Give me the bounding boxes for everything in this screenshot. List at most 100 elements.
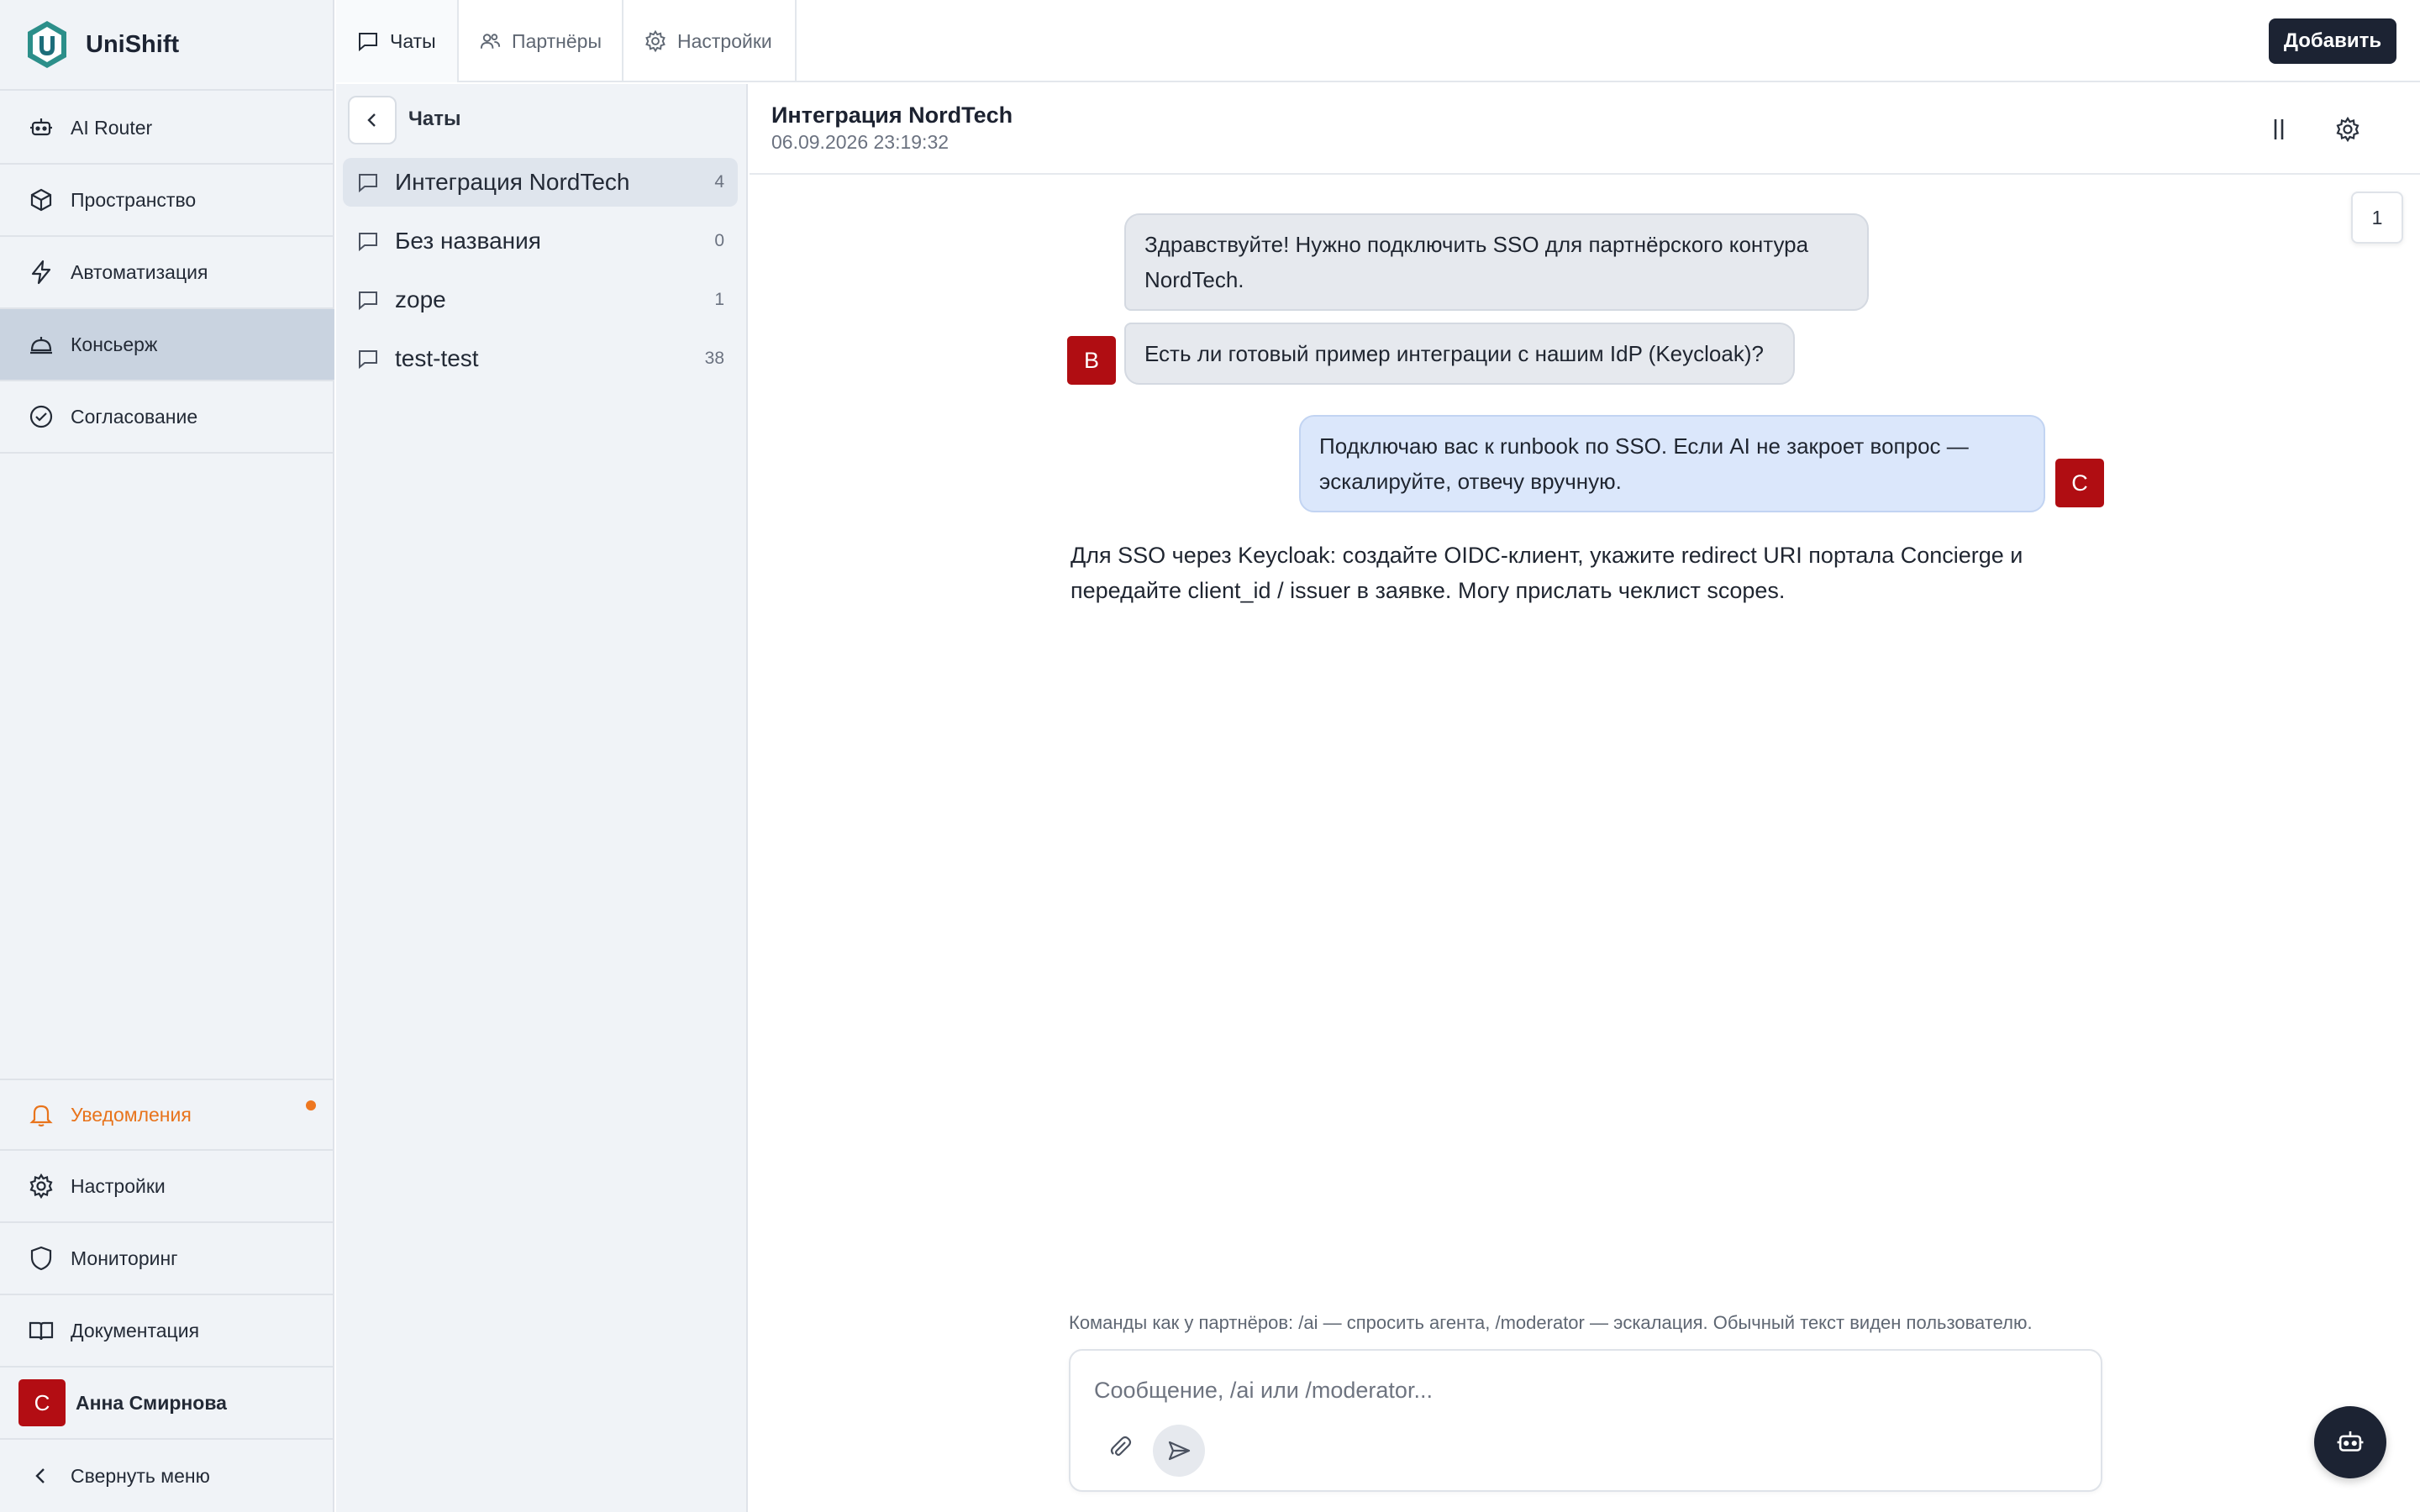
message-composer bbox=[1069, 1349, 2102, 1492]
sidebar-item-label: Автоматизация bbox=[71, 260, 208, 283]
incoming-message: Здравствуйте! Нужно подключить SSO для п… bbox=[1124, 213, 1869, 311]
chat-icon bbox=[359, 291, 377, 311]
sidebar-item-label: Согласование bbox=[71, 405, 198, 428]
agent-avatar: С bbox=[2055, 459, 2104, 507]
page-indicator[interactable]: 1 bbox=[2351, 192, 2403, 244]
message-line: NordTech. bbox=[1144, 267, 1244, 292]
chat-title: Без названия bbox=[395, 228, 541, 254]
chat-list-title: Чаты bbox=[408, 108, 461, 130]
check-circle-icon bbox=[27, 402, 55, 431]
chevron-left-icon bbox=[367, 113, 376, 127]
message-line: эскалируйте, отвечу вручную. bbox=[1319, 469, 1622, 494]
chat-count: 1 bbox=[714, 290, 724, 309]
incoming-message: Есть ли готовый пример интеграции с наши… bbox=[1124, 323, 1795, 385]
unishift-logo-icon bbox=[28, 21, 66, 68]
chat-list-item[interactable]: Без названия 0 bbox=[343, 217, 738, 265]
chat-icon bbox=[359, 233, 377, 252]
message-line: Для SSO через Keycloak: создайте OIDC-кл… bbox=[1071, 543, 2023, 568]
sidebar-item-label: Документация bbox=[71, 1319, 200, 1341]
sidebar-item-approval[interactable]: Согласование bbox=[0, 381, 334, 454]
sidebar-item-notifications[interactable]: Уведомления bbox=[0, 1079, 334, 1151]
concierge-bell-icon bbox=[27, 330, 55, 359]
sidebar: UniShift AI Router Пространство Автомати… bbox=[0, 0, 334, 1512]
avatar: С bbox=[18, 1379, 66, 1426]
attach-button[interactable] bbox=[1101, 1428, 1139, 1467]
message-line: Есть ли готовый пример интеграции с наши… bbox=[1144, 341, 1764, 366]
gear-icon bbox=[27, 1172, 55, 1200]
sidebar-item-label: Свернуть меню bbox=[71, 1464, 210, 1487]
pause-icon bbox=[2274, 119, 2284, 139]
sidebar-item-automation[interactable]: Автоматизация bbox=[0, 237, 334, 309]
bot-icon bbox=[2337, 1431, 2364, 1452]
app-root: UniShift AI Router Пространство Автомати… bbox=[0, 0, 2420, 1512]
cube-icon bbox=[27, 186, 55, 214]
chat-title: test-test bbox=[395, 345, 479, 371]
chat-list-item[interactable]: zope 1 bbox=[343, 276, 738, 324]
tab-label: Чаты bbox=[390, 29, 436, 52]
lightning-icon bbox=[27, 258, 55, 286]
send-button[interactable] bbox=[1153, 1425, 1205, 1477]
chat-count: 0 bbox=[714, 231, 724, 250]
conversation-date: 06.09.2026 23:19:32 bbox=[771, 131, 950, 153]
conversation-title: Интеграция NordTech bbox=[771, 102, 1013, 128]
message-input[interactable] bbox=[1094, 1369, 2077, 1411]
shield-icon bbox=[27, 1244, 55, 1273]
gear-icon bbox=[2336, 116, 2360, 143]
partner-avatar: В bbox=[1067, 336, 1116, 385]
chat-list-item[interactable]: Интеграция NordTech 4 bbox=[343, 158, 738, 207]
sidebar-item-concierge[interactable]: Консьерж bbox=[0, 309, 334, 381]
top-tab-bar: Чаты Партнёры Настройки bbox=[336, 0, 2420, 82]
users-icon bbox=[480, 34, 501, 49]
chat-list-item[interactable]: test-test 38 bbox=[343, 334, 738, 383]
sidebar-item-monitoring[interactable]: Мониторинг bbox=[0, 1223, 334, 1295]
sidebar-item-docs[interactable]: Документация bbox=[0, 1295, 334, 1368]
collapse-menu-button[interactable]: Свернуть меню bbox=[0, 1440, 334, 1512]
chat-icon bbox=[359, 350, 377, 370]
notification-dot bbox=[306, 1100, 316, 1110]
sidebar-item-ai-router[interactable]: AI Router bbox=[0, 92, 334, 165]
user-name: Анна Смирнова bbox=[76, 1391, 227, 1414]
chat-count: 4 bbox=[714, 172, 724, 192]
message-line: Подключаю вас к runbook по SSO. Если AI … bbox=[1319, 433, 1969, 459]
chat-settings-button[interactable] bbox=[2328, 109, 2368, 150]
chat-icon bbox=[359, 33, 377, 52]
brand[interactable]: UniShift bbox=[0, 0, 334, 91]
sidebar-item-settings[interactable]: Настройки bbox=[0, 1151, 334, 1223]
sidebar-item-label: Пространство bbox=[71, 188, 197, 211]
assistant-fab-button[interactable] bbox=[2314, 1406, 2386, 1478]
bell-icon bbox=[27, 1100, 55, 1129]
chat-title: zope bbox=[395, 286, 446, 312]
book-icon bbox=[27, 1316, 55, 1345]
brand-name: UniShift bbox=[86, 30, 180, 58]
sidebar-item-label: Мониторинг bbox=[71, 1247, 178, 1269]
chat-icon bbox=[359, 174, 377, 193]
ai-response: Для SSO через Keycloak: создайте OIDC-кл… bbox=[1071, 538, 2079, 608]
composer-hint: Команды как у партнёров: /ai — спросить … bbox=[1069, 1312, 2033, 1333]
chat-title: Интеграция NordTech bbox=[395, 169, 630, 195]
bot-icon bbox=[27, 113, 55, 142]
message-line: Здравствуйте! Нужно подключить SSO для п… bbox=[1144, 232, 1809, 257]
tab-chats[interactable]: Чаты bbox=[336, 0, 459, 82]
chat-list-panel: Чаты Интеграция NordTech 4 Без названия … bbox=[336, 84, 748, 1512]
add-button[interactable]: Добавить bbox=[2269, 18, 2396, 64]
tab-partners[interactable]: Партнёры bbox=[459, 0, 623, 82]
conversation-panel: Интеграция NordTech 06.09.2026 23:19:32 … bbox=[750, 84, 2420, 1512]
conversation-header: Интеграция NordTech 06.09.2026 23:19:32 bbox=[750, 84, 2420, 175]
message-line: передайте client_id / issuer в заявке. М… bbox=[1071, 578, 1786, 603]
chat-count: 38 bbox=[704, 349, 724, 368]
sidebar-item-label: AI Router bbox=[71, 116, 153, 139]
back-button[interactable] bbox=[348, 96, 397, 144]
send-icon bbox=[1168, 1441, 1191, 1461]
user-profile[interactable]: С Анна Смирнова bbox=[0, 1368, 334, 1440]
sidebar-item-label: Уведомления bbox=[71, 1103, 192, 1126]
tab-settings[interactable]: Настройки bbox=[623, 0, 797, 82]
tab-label: Партнёры bbox=[512, 29, 602, 52]
sidebar-item-label: Настройки bbox=[71, 1174, 166, 1197]
gear-icon bbox=[645, 29, 666, 53]
pause-button[interactable] bbox=[2259, 109, 2299, 150]
outgoing-message: Подключаю вас к runbook по SSO. Если AI … bbox=[1299, 415, 2045, 512]
tab-label: Настройки bbox=[677, 29, 772, 52]
chevron-left-icon bbox=[27, 1462, 55, 1490]
sidebar-item-space[interactable]: Пространство bbox=[0, 165, 334, 237]
sidebar-item-label: Консьерж bbox=[71, 333, 158, 355]
